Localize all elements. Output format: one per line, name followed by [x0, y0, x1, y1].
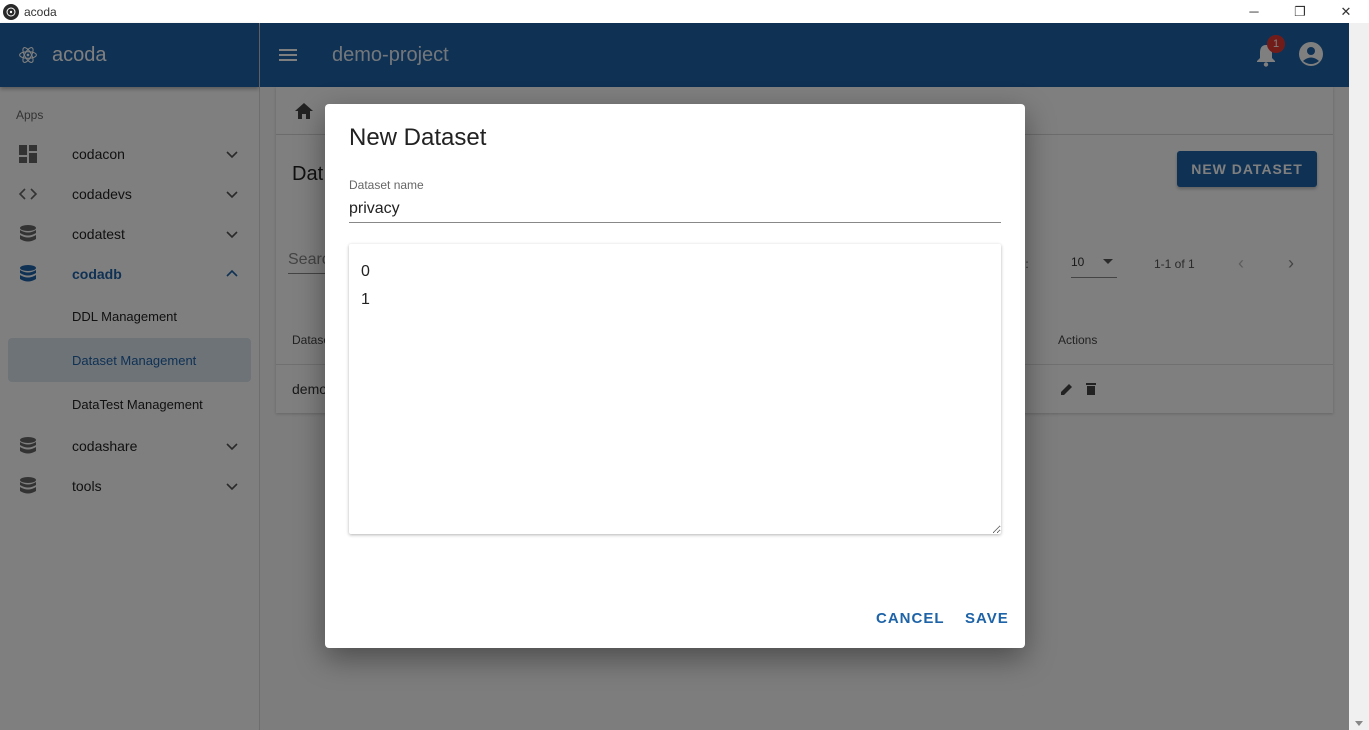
window-titlebar: acoda ─ ❐ ✕ — [0, 0, 1369, 23]
app-logo-icon — [3, 3, 19, 20]
cancel-button[interactable]: CANCEL — [876, 610, 945, 627]
dataset-content-textarea[interactable]: 0 1 — [349, 244, 1001, 534]
vertical-scrollbar[interactable] — [1349, 23, 1369, 730]
save-button[interactable]: SAVE — [965, 610, 1009, 627]
dataset-name-label: Dataset name — [349, 178, 424, 192]
scroll-down-icon[interactable] — [1355, 721, 1363, 726]
restore-button[interactable]: ❐ — [1277, 0, 1323, 23]
minimize-button[interactable]: ─ — [1231, 0, 1277, 23]
dialog-title: New Dataset — [349, 124, 487, 151]
close-window-button[interactable]: ✕ — [1323, 0, 1369, 23]
window-title: acoda — [24, 4, 57, 19]
new-dataset-dialog: New Dataset Dataset name 0 1 CANCEL SAVE — [325, 104, 1025, 648]
dataset-name-input[interactable] — [349, 196, 1001, 223]
